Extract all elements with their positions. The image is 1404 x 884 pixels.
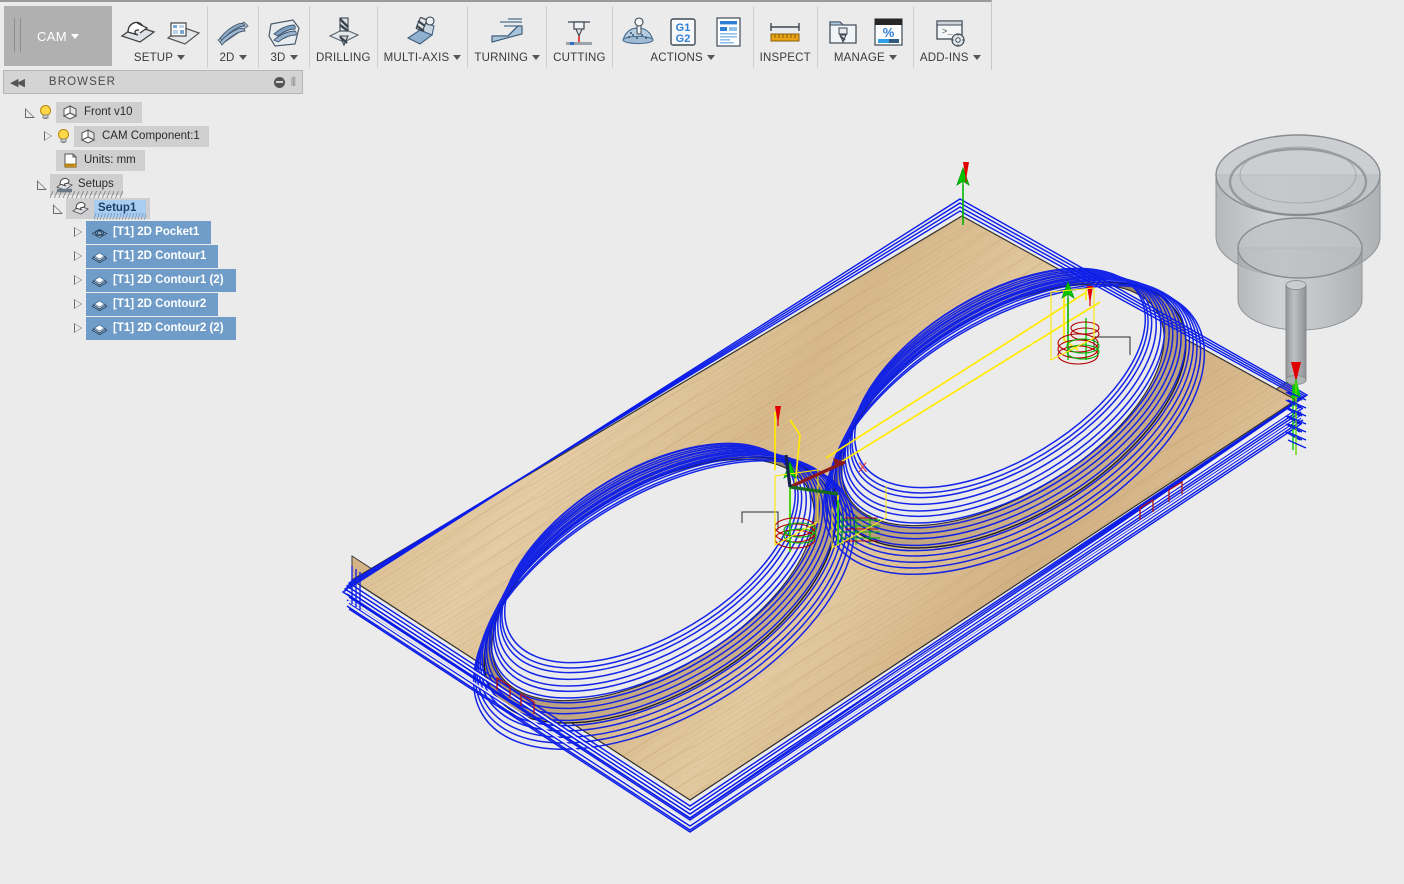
cam-3d-viewport[interactable]: X bbox=[0, 0, 1404, 884]
fusion-cam-window: CAM bbox=[0, 0, 1404, 884]
axis-label-x: X bbox=[858, 459, 868, 475]
